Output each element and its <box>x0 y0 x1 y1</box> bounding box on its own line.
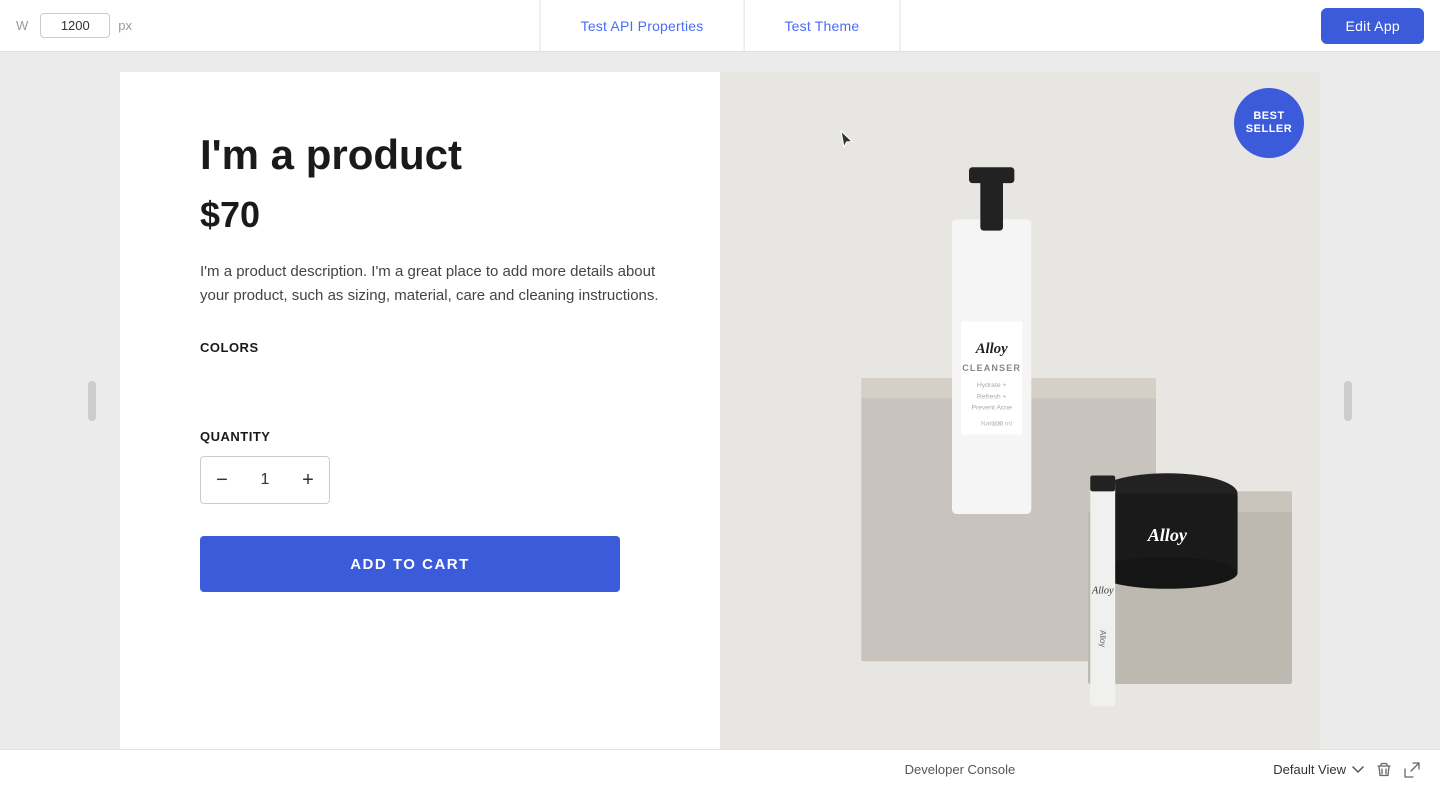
canvas-area: I'm a product $70 I'm a product descript… <box>0 52 1440 749</box>
quantity-label: QUANTITY <box>200 429 660 444</box>
expand-icon-button[interactable] <box>1404 762 1420 778</box>
add-to-cart-button[interactable]: ADD TO CART <box>200 536 620 592</box>
width-input[interactable] <box>40 13 110 38</box>
svg-text:CLEANSER: CLEANSER <box>962 363 1021 373</box>
best-seller-text-line1: BESTSELLER <box>1246 110 1292 136</box>
product-title: I'm a product <box>200 132 660 178</box>
quantity-value: 1 <box>243 471 287 489</box>
top-bar: W px Test API Properties Test Theme Edit… <box>0 0 1440 52</box>
product-image-svg: Alloy CLEANSER Hydrate + Refresh + Preve… <box>720 72 1320 749</box>
cursor <box>840 130 854 144</box>
resize-handle-left[interactable] <box>88 381 96 421</box>
svg-text:Alloy: Alloy <box>1147 525 1188 545</box>
developer-console-label: Developer Console <box>647 762 1274 777</box>
colors-label: COLORS <box>200 340 660 355</box>
width-label: W <box>16 18 28 33</box>
svg-text:Refresh +: Refresh + <box>977 393 1007 400</box>
width-unit: px <box>118 18 132 33</box>
quantity-control: − 1 + <box>200 456 330 504</box>
product-description: I'm a product description. I'm a great p… <box>200 260 660 308</box>
svg-text:Hydrate +: Hydrate + <box>977 382 1007 389</box>
product-price: $70 <box>200 194 660 236</box>
product-image-panel: BESTSELLER Alloy <box>720 72 1320 749</box>
svg-text:Prevent Acne: Prevent Acne <box>971 405 1012 412</box>
quantity-plus-button[interactable]: + <box>287 457 329 503</box>
tab-theme[interactable]: Test Theme <box>744 0 900 52</box>
color-swatches <box>200 367 660 397</box>
best-seller-badge: BESTSELLER <box>1234 88 1304 158</box>
resize-handle-right[interactable] <box>1344 381 1352 421</box>
trash-icon-button[interactable] <box>1376 762 1392 778</box>
product-info-panel: I'm a product $70 I'm a product descript… <box>120 72 720 749</box>
default-view-label: Default View <box>1273 762 1346 777</box>
product-container: I'm a product $70 I'm a product descript… <box>120 72 1320 749</box>
chevron-down-icon <box>1352 762 1364 777</box>
bottom-bar: Developer Console Default View <box>0 749 1440 789</box>
svg-text:Alloy: Alloy <box>1098 630 1107 647</box>
top-bar-center: Test API Properties Test Theme <box>540 0 901 52</box>
bottom-right-controls: Default View <box>1273 762 1420 778</box>
svg-text:Alloy: Alloy <box>1091 585 1114 596</box>
tab-api-properties[interactable]: Test API Properties <box>540 0 745 52</box>
svg-text:Alloy: Alloy <box>975 341 1008 357</box>
edit-app-button[interactable]: Edit App <box>1321 8 1424 44</box>
svg-text:100 ml: 100 ml <box>992 421 1013 428</box>
quantity-minus-button[interactable]: − <box>201 457 243 503</box>
default-view-selector[interactable]: Default View <box>1273 762 1364 777</box>
